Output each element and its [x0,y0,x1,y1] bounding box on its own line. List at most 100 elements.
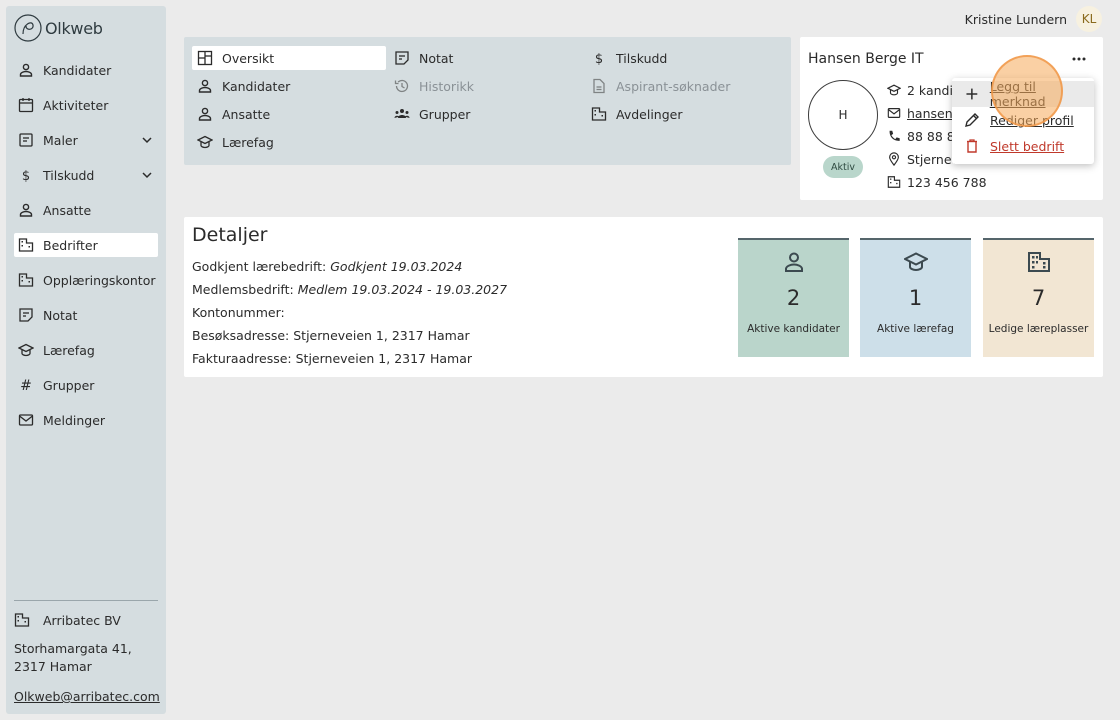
tab-label: Lærefag [222,134,274,150]
sidebar-item-tilskudd[interactable]: $ Tilskudd [14,163,158,187]
detail-key: Besøksadresse: [192,328,290,343]
building-icon [591,107,607,121]
company-avatar: H [808,80,878,150]
menu-item-delete-company[interactable]: Slett bedrift [952,133,1094,159]
sidebar-item-bedrifter[interactable]: Bedrifter [14,233,158,257]
svg-text:#: # [20,378,32,393]
details-title: Detaljer [192,224,268,246]
group-icon [394,109,410,118]
tab-label: Historikk [419,78,475,94]
person-icon [785,252,803,272]
tab-oversikt[interactable]: Oversikt [192,46,386,70]
user-name: Kristine Lundern [964,11,1067,27]
menu-item-label: Rediger profil [990,112,1074,128]
detail-value: Medlem 19.03.2024 - 19.03.2027 [297,282,508,297]
pencil-icon [965,113,979,127]
person-icon [198,79,212,93]
organization-name: Arribatec BV [43,612,121,628]
stat-active-laerefag[interactable]: 1 Aktive lærefag [860,238,971,357]
tab-ansatte[interactable]: Ansatte [192,102,386,126]
tab-kandidater[interactable]: Kandidater [192,74,386,98]
olkweb-logo-icon [14,14,42,42]
stat-value: 1 [908,286,923,310]
stat-label: Aktive kandidater [747,323,840,335]
sidebar-item-opplaeringskontor[interactable]: Opplæringskontor [14,268,158,292]
organization-email-link[interactable]: Olkweb@arribatec.com [14,689,160,704]
stat-available-apprenticeships[interactable]: 7 Ledige læreplasser [983,238,1094,357]
app-name: Olkweb [45,18,103,38]
details-panel: Detaljer Godkjent lærebedrift: Godkjent … [184,217,1103,377]
stat-label: Ledige læreplasser [988,323,1089,335]
sidebar-item-label: Maler [43,132,78,148]
sidebar-item-label: Grupper [43,377,95,393]
menu-item-label: Legg til merknad [989,79,1046,109]
detail-value: Godkjent 19.03.2024 [330,259,463,274]
hashtag-icon: # [20,378,32,393]
tab-label: Ansatte [222,106,271,122]
tab-laerefag[interactable]: Lærefag [192,130,386,154]
mail-icon [18,414,34,426]
sidebar-item-maler[interactable]: Maler [14,128,158,152]
sidebar-item-label: Bedrifter [43,237,98,253]
location-pin-icon [889,152,899,166]
svg-text:$: $ [595,52,603,66]
detail-key: Godkjent lærebedrift: [192,259,327,274]
company-tabs: Oversikt Kandidater Ansatte Lærefag Nota… [184,37,791,165]
trash-icon [967,139,977,153]
organization-info: Arribatec BV [14,608,121,632]
stat-value: 7 [1031,286,1046,310]
avatar[interactable]: KL [1076,6,1102,32]
person-icon [19,203,33,217]
sidebar-item-label: Aktiviteter [43,97,109,113]
chevron-down-icon[interactable] [140,168,154,182]
calendar-icon [18,98,34,113]
tab-tilskudd[interactable]: $ Tilskudd [586,46,780,70]
logo[interactable]: Olkweb [14,14,103,42]
menu-item-edit-profile[interactable]: Rediger profil [952,107,1094,133]
building-icon [14,613,30,627]
sidebar-item-ansatte[interactable]: Ansatte [14,198,158,222]
chevron-down-icon[interactable] [140,133,154,147]
company-actions-menu: Legg til merknad Rediger profil Slett be… [952,78,1094,164]
tab-grupper[interactable]: Grupper [389,102,583,126]
sidebar-item-label: Ansatte [43,202,92,218]
sidebar-divider [14,600,158,601]
tab-label: Aspirant-søknader [616,78,731,94]
tab-label: Notat [419,50,454,66]
detail-row-fakturaadresse: Fakturaadresse: Stjerneveien 1, 2317 Ham… [192,351,472,366]
dashboard-icon [197,50,213,66]
menu-item-add-note[interactable]: Legg til merknad [952,79,1094,109]
sidebar-item-kandidater[interactable]: Kandidater [14,58,158,82]
building-icon [18,238,34,252]
tab-notat[interactable]: Notat [389,46,583,70]
graduation-cap-icon [18,343,34,357]
phone-icon [889,130,900,141]
dollar-icon: $ [595,52,603,66]
organization-address: Storhamargata 41, 2317 Hamar [14,641,132,674]
sidebar-item-notat[interactable]: Notat [14,303,158,327]
sidebar-item-grupper[interactable]: # Grupper [14,373,158,397]
tab-label: Oversikt [222,50,275,66]
file-icon [593,78,605,94]
detail-value: Stjerneveien 1, 2317 Hamar [295,351,473,366]
user-menu[interactable]: Kristine Lundern KL [965,6,1102,32]
company-name: Hansen Berge IT [808,51,924,67]
building-icon [18,273,34,287]
mail-icon [887,108,901,118]
stat-active-candidates[interactable]: 2 Aktive kandidater [738,238,849,357]
menu-item-label: Slett bedrift [990,138,1065,154]
more-options-icon[interactable] [1070,51,1088,67]
tab-label: Avdelinger [616,106,683,122]
sidebar-item-laerefag[interactable]: Lærefag [14,338,158,362]
sidebar-item-aktiviteter[interactable]: Aktiviteter [14,93,158,117]
tab-historikk: Historikk [389,74,583,98]
svg-text:$: $ [22,169,30,183]
sidebar-item-label: Lærefag [43,342,95,358]
sidebar-item-meldinger[interactable]: Meldinger [14,408,158,432]
sidebar-item-label: Notat [43,307,78,323]
detail-key: Fakturaadresse: [192,351,292,366]
tab-label: Kandidater [222,78,291,94]
note-icon [395,51,409,65]
tab-avdelinger[interactable]: Avdelinger [586,102,780,126]
tab-label: Tilskudd [616,50,668,66]
